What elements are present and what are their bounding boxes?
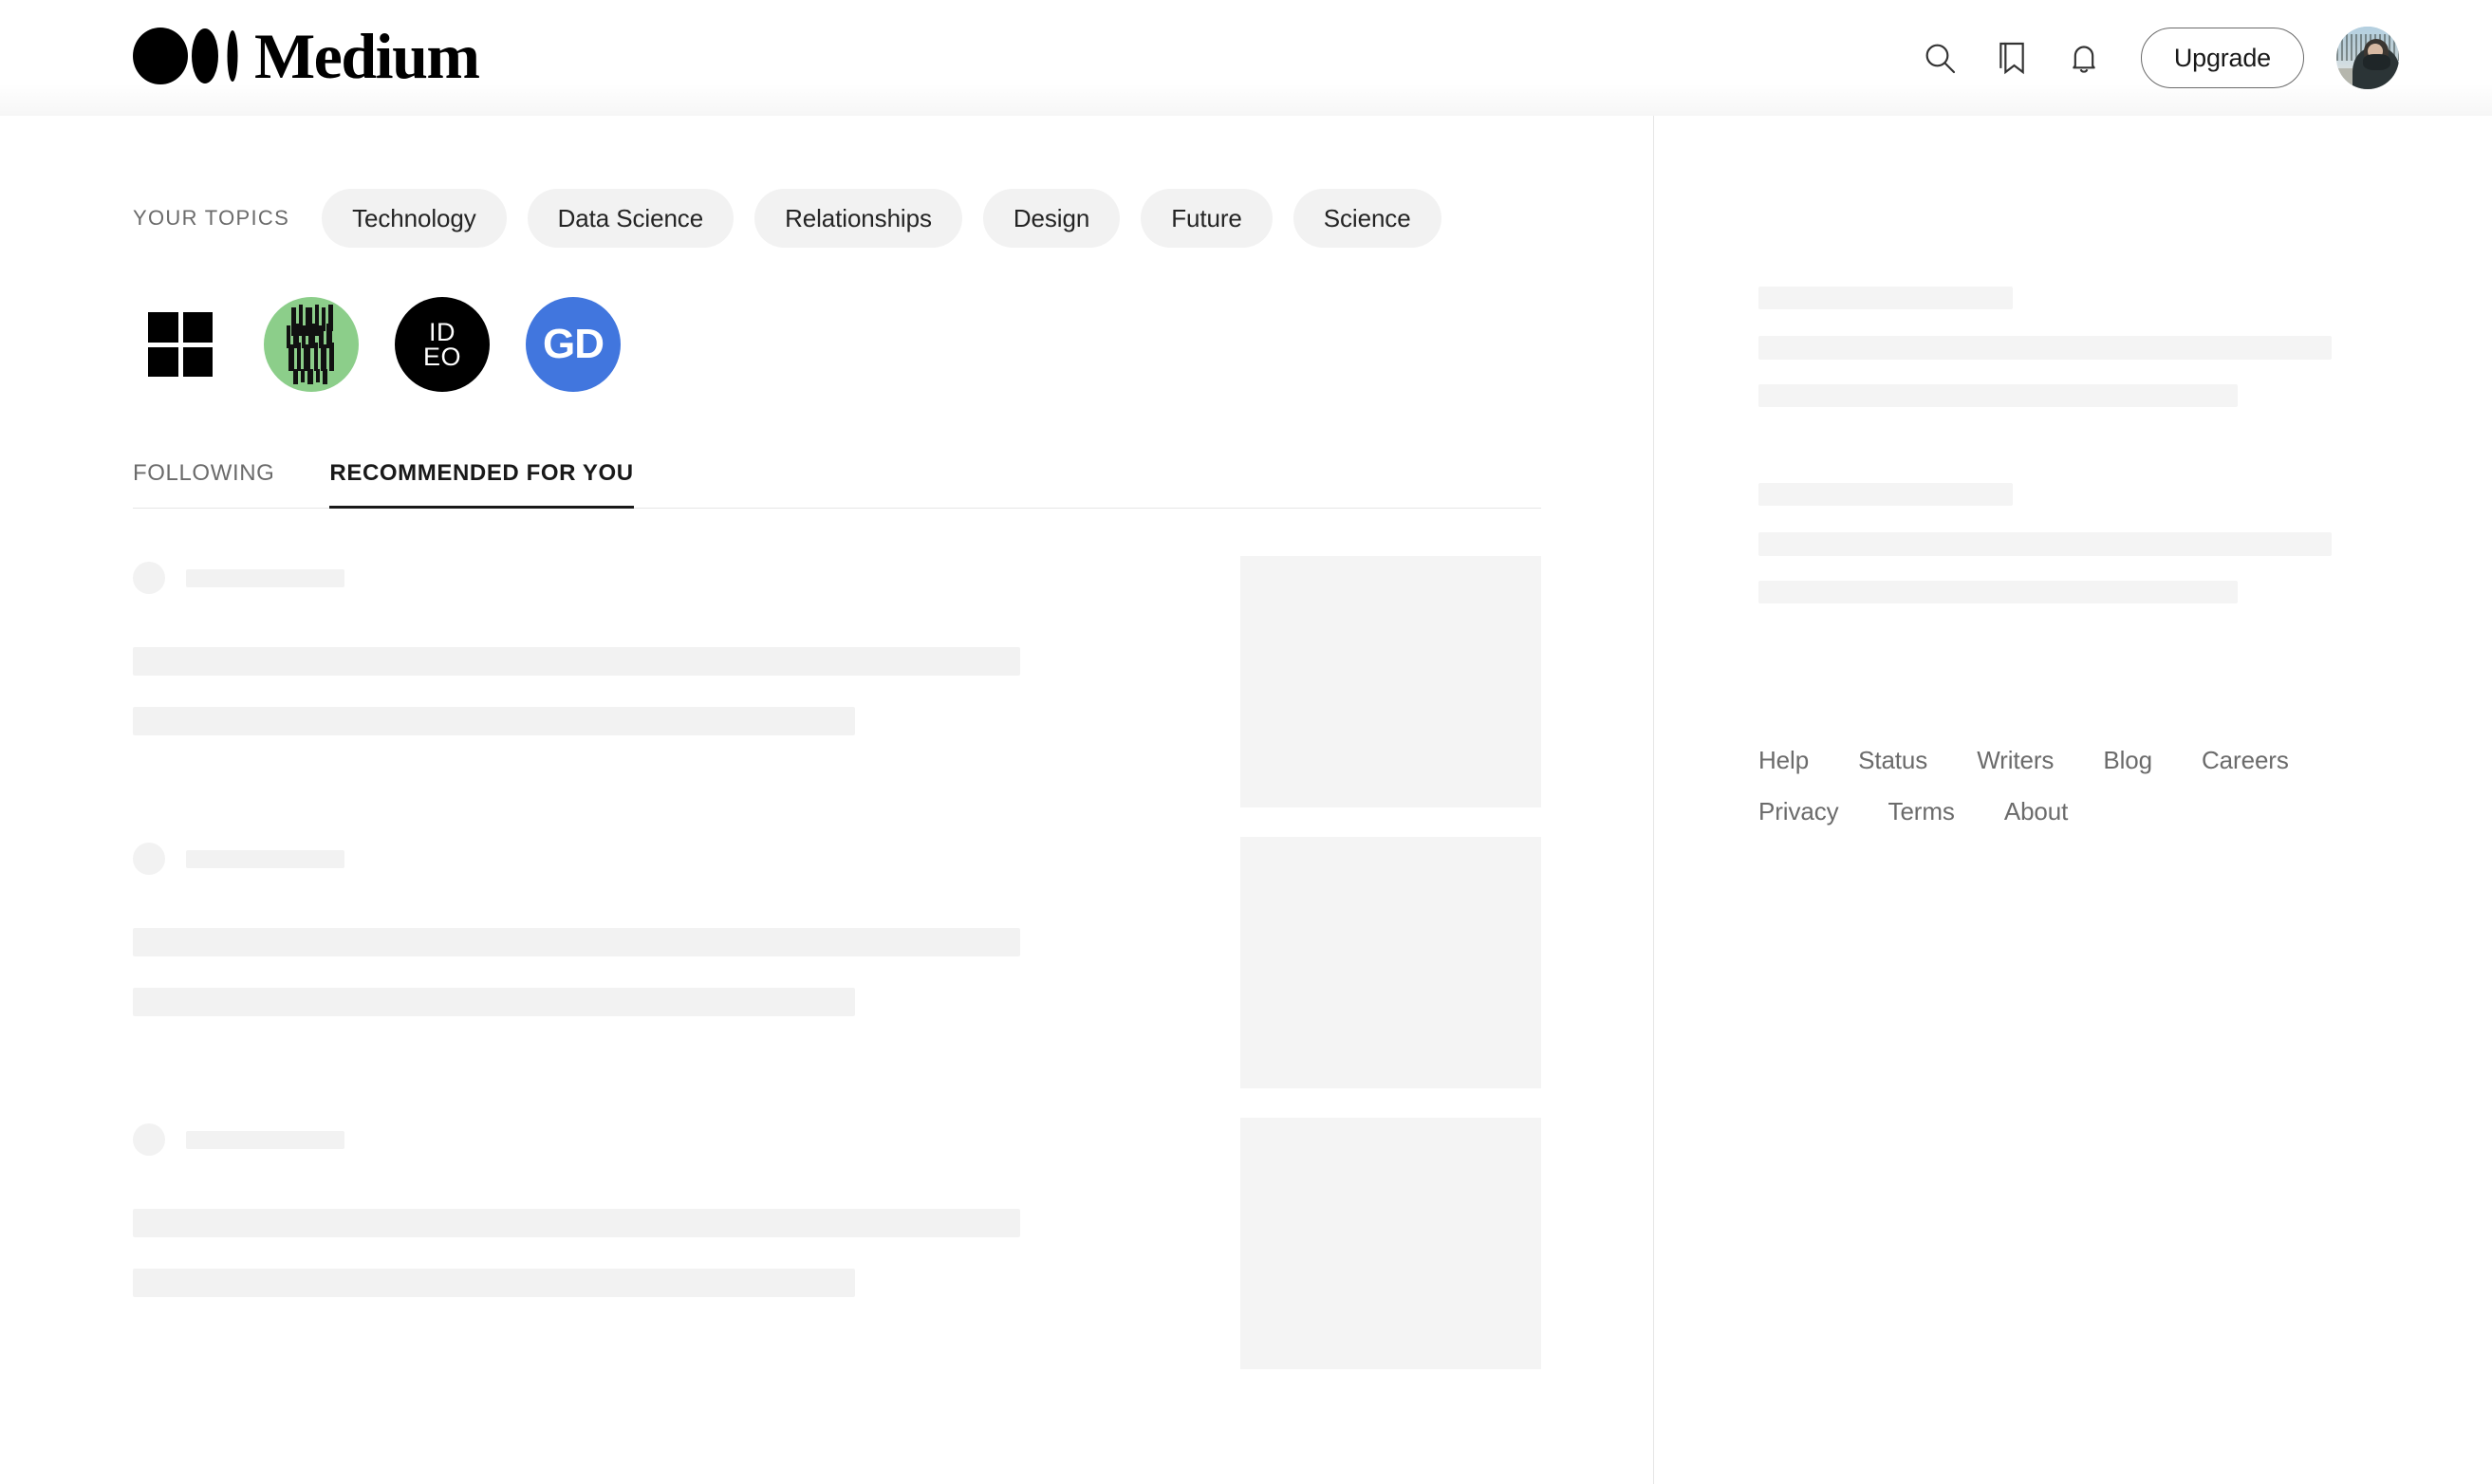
author-avatar-placeholder [133,843,165,875]
notifications-button[interactable] [2048,22,2120,94]
story-author-row [133,1123,1205,1156]
medium-wordmark: Medium [254,24,479,88]
footer-row-primary: Help Status Writers Blog Careers [1758,746,2347,775]
story-subtitle-placeholder [133,1269,855,1297]
page-body: YOUR TOPICS Technology Data Science Rela… [0,116,2492,1484]
avatar-scarf [2363,54,2390,70]
footer-link-blog[interactable]: Blog [2103,746,2152,775]
story-author-row [133,562,1205,594]
grid-square-1 [148,312,178,343]
sidebar-skeleton-1 [1758,287,2492,407]
sidebar-skeleton-2 [1758,483,2492,603]
ideo-publication-avatar: ID EO [395,297,490,392]
gd-publication-avatar: GD [526,297,621,392]
story-thumbnail-placeholder [1240,1118,1541,1369]
sidebar-line-placeholder [1758,336,2332,360]
author-name-placeholder [186,850,344,868]
followed-publications-row: ID EO GD [133,297,1653,392]
barcode-pattern-icon [264,297,359,392]
story-skeleton-1[interactable] [133,541,1541,822]
your-topics-section: YOUR TOPICS Technology Data Science Rela… [133,189,1653,248]
ideo-line-1: ID [423,320,461,344]
story-thumbnail-placeholder [1240,556,1541,807]
author-avatar-placeholder [133,562,165,594]
topic-pill-science[interactable]: Science [1293,189,1441,248]
topic-pill-relationships[interactable]: Relationships [754,189,962,248]
gd-publication[interactable]: GD [526,297,621,392]
story-title-placeholder [133,647,1020,676]
sidebar-line-placeholder [1758,384,2238,407]
author-name-placeholder [186,1131,344,1149]
sidebar-footer: Help Status Writers Blog Careers Privacy… [1758,746,2347,826]
story-skeleton-3[interactable] [133,1103,1541,1383]
grid-squares-icon [148,312,213,377]
main-content-column: YOUR TOPICS Technology Data Science Rela… [0,116,1653,1484]
gd-logo-text: GD [543,324,604,365]
author-name-placeholder [186,569,344,587]
author-avatar-placeholder [133,1123,165,1156]
medium-logo-icon [133,28,245,89]
topic-pill-data-science[interactable]: Data Science [528,189,734,248]
sidebar-top-spacer [1758,116,2492,287]
feed-tabs: FOLLOWING RECOMMENDED FOR YOU [133,460,1541,509]
sidebar-heading-placeholder [1758,287,2013,309]
green-publication-avatar [264,297,359,392]
story-author-row [133,843,1205,875]
story-feed [133,541,1541,1383]
story-skeleton-2[interactable] [133,822,1541,1103]
bookmark-icon [1993,39,2031,77]
grid-square-3 [148,347,178,378]
grid-publication[interactable] [133,297,228,392]
footer-link-about[interactable]: About [2004,797,2068,826]
story-text-placeholder [133,822,1205,1103]
story-subtitle-placeholder [133,988,855,1016]
story-text-placeholder [133,1103,1205,1383]
ideo-line-2: EO [423,344,461,369]
medium-logo[interactable]: Medium [133,28,479,89]
sidebar-line-placeholder [1758,532,2332,556]
green-barcode-publication[interactable] [264,297,359,392]
bell-icon [2065,39,2103,77]
story-subtitle-placeholder [133,707,855,735]
tab-recommended-for-you[interactable]: RECOMMENDED FOR YOU [329,460,633,508]
ideo-logo-text: ID EO [423,320,461,369]
upgrade-button[interactable]: Upgrade [2141,28,2304,88]
story-title-placeholder [133,928,1020,956]
search-button[interactable] [1904,22,1976,94]
footer-link-help[interactable]: Help [1758,746,1809,775]
footer-link-writers[interactable]: Writers [1977,746,2054,775]
grid-square-4 [183,347,214,378]
footer-link-privacy[interactable]: Privacy [1758,797,1839,826]
topic-pill-technology[interactable]: Technology [322,189,507,248]
ideo-publication[interactable]: ID EO [395,297,490,392]
tab-following[interactable]: FOLLOWING [133,460,274,508]
bookmarks-button[interactable] [1976,22,2048,94]
sidebar-column: Help Status Writers Blog Careers Privacy… [1654,116,2492,1484]
topic-pill-design[interactable]: Design [983,189,1120,248]
story-thumbnail-placeholder [1240,837,1541,1088]
footer-row-secondary: Privacy Terms About [1758,797,2347,826]
footer-link-careers[interactable]: Careers [2202,746,2289,775]
your-topics-label: YOUR TOPICS [133,206,289,231]
sidebar-heading-placeholder [1758,483,2013,506]
topic-pill-future[interactable]: Future [1141,189,1273,248]
story-text-placeholder [133,541,1205,822]
header-actions: Upgrade [1904,22,2399,94]
story-title-placeholder [133,1209,1020,1237]
sidebar-line-placeholder [1758,581,2238,603]
top-navigation-bar: Medium [0,0,2492,116]
footer-link-status[interactable]: Status [1858,746,1927,775]
grid-square-2 [183,312,214,343]
footer-link-terms[interactable]: Terms [1888,797,1955,826]
avatar[interactable] [2336,27,2399,89]
search-icon [1921,39,1959,77]
